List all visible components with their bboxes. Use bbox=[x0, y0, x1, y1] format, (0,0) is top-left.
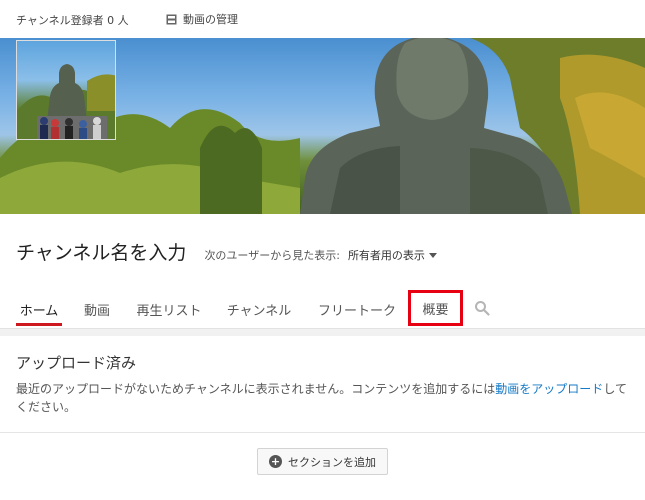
tab-about[interactable]: 概要 bbox=[408, 290, 463, 326]
channel-avatar[interactable] bbox=[16, 40, 116, 140]
avatar-image bbox=[17, 64, 115, 139]
channel-title-row: チャンネル名を入力 次のユーザーから見た表示: 所有者用の表示 bbox=[16, 238, 437, 265]
horizontal-rule bbox=[0, 432, 645, 433]
plus-circle-icon: + bbox=[269, 455, 282, 468]
view-as-label: 次のユーザーから見た表示: bbox=[204, 249, 340, 262]
tab-playlists[interactable]: 再生リスト bbox=[132, 290, 206, 328]
section-description: 最近のアップロードがないためチャンネルに表示されません。コンテンツを追加するには… bbox=[16, 380, 636, 416]
tab-home[interactable]: ホーム bbox=[16, 290, 62, 328]
caret-down-icon bbox=[428, 252, 437, 258]
subscriber-count: チャンネル登録者 0 人 bbox=[16, 14, 129, 27]
tab-channels[interactable]: チャンネル bbox=[222, 290, 296, 328]
section-divider bbox=[0, 328, 645, 336]
tab-videos[interactable]: 動画 bbox=[80, 290, 114, 328]
section-desc-before: 最近のアップロードがないためチャンネルに表示されません。コンテンツを追加するには bbox=[16, 382, 496, 396]
add-section-button[interactable]: + セクションを追加 bbox=[257, 448, 388, 475]
tab-discussion[interactable]: フリートーク bbox=[313, 290, 401, 328]
channel-tabs: ホーム 動画 再生リスト チャンネル フリートーク 概要 bbox=[0, 290, 645, 328]
section-title: アップロード済み bbox=[16, 354, 137, 372]
video-manager-icon bbox=[166, 14, 177, 24]
channel-title[interactable]: チャンネル名を入力 bbox=[16, 238, 186, 265]
search-icon[interactable] bbox=[474, 300, 490, 316]
view-as-value: 所有者用の表示 bbox=[347, 249, 425, 262]
add-section-label: セクションを追加 bbox=[288, 455, 376, 469]
view-as-dropdown[interactable]: 所有者用の表示 bbox=[348, 247, 437, 263]
upload-video-link[interactable]: 動画をアップロード bbox=[495, 382, 603, 396]
manage-videos-link[interactable]: 動画の管理 bbox=[166, 11, 238, 27]
channel-topbar: チャンネル登録者 0 人 動画の管理 bbox=[0, 0, 645, 38]
manage-videos-label: 動画の管理 bbox=[183, 13, 238, 26]
